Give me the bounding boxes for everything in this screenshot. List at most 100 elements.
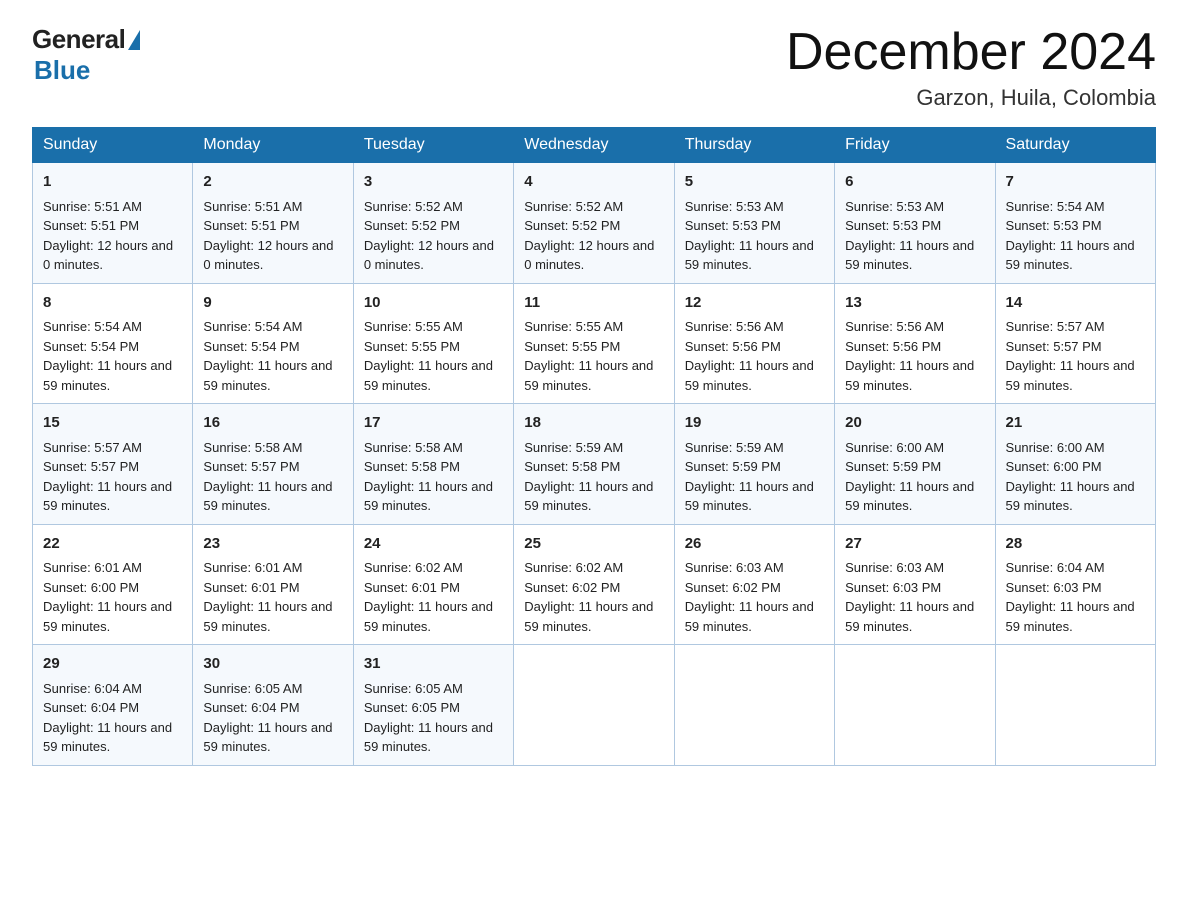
- day-number: 23: [203, 533, 342, 556]
- calendar-cell: 6 Sunrise: 5:53 AM Sunset: 5:53 PM Dayli…: [835, 163, 995, 284]
- day-sunset: Sunset: 5:56 PM: [845, 339, 941, 354]
- day-daylight: Daylight: 11 hours and 59 minutes.: [1006, 479, 1135, 514]
- day-sunset: Sunset: 6:03 PM: [1006, 580, 1102, 595]
- calendar-cell: 19 Sunrise: 5:59 AM Sunset: 5:59 PM Dayl…: [674, 404, 834, 525]
- day-daylight: Daylight: 11 hours and 59 minutes.: [364, 479, 493, 514]
- calendar-cell: 15 Sunrise: 5:57 AM Sunset: 5:57 PM Dayl…: [33, 404, 193, 525]
- day-daylight: Daylight: 11 hours and 59 minutes.: [43, 479, 172, 514]
- day-daylight: Daylight: 12 hours and 0 minutes.: [524, 238, 654, 273]
- day-number: 27: [845, 533, 984, 556]
- day-number: 26: [685, 533, 824, 556]
- day-sunset: Sunset: 6:02 PM: [524, 580, 620, 595]
- day-sunrise: Sunrise: 5:58 AM: [364, 440, 463, 455]
- header-monday: Monday: [193, 128, 353, 163]
- calendar-cell: 8 Sunrise: 5:54 AM Sunset: 5:54 PM Dayli…: [33, 283, 193, 404]
- day-sunset: Sunset: 6:01 PM: [203, 580, 299, 595]
- day-sunrise: Sunrise: 5:55 AM: [524, 319, 623, 334]
- day-number: 8: [43, 292, 182, 315]
- header-wednesday: Wednesday: [514, 128, 674, 163]
- calendar-cell: 20 Sunrise: 6:00 AM Sunset: 5:59 PM Dayl…: [835, 404, 995, 525]
- title-section: December 2024 Garzon, Huila, Colombia: [786, 24, 1156, 111]
- day-number: 20: [845, 412, 984, 435]
- day-number: 28: [1006, 533, 1145, 556]
- day-daylight: Daylight: 11 hours and 59 minutes.: [524, 358, 653, 393]
- calendar-week-row: 8 Sunrise: 5:54 AM Sunset: 5:54 PM Dayli…: [33, 283, 1156, 404]
- day-daylight: Daylight: 11 hours and 59 minutes.: [1006, 599, 1135, 634]
- day-sunset: Sunset: 6:03 PM: [845, 580, 941, 595]
- day-daylight: Daylight: 11 hours and 59 minutes.: [845, 599, 974, 634]
- calendar-cell: 24 Sunrise: 6:02 AM Sunset: 6:01 PM Dayl…: [353, 524, 513, 645]
- calendar-cell: 21 Sunrise: 6:00 AM Sunset: 6:00 PM Dayl…: [995, 404, 1155, 525]
- logo-triangle-icon: [128, 30, 140, 50]
- calendar-cell: [674, 645, 834, 766]
- day-number: 17: [364, 412, 503, 435]
- day-sunrise: Sunrise: 6:01 AM: [43, 560, 142, 575]
- day-sunset: Sunset: 5:56 PM: [685, 339, 781, 354]
- day-number: 12: [685, 292, 824, 315]
- day-sunrise: Sunrise: 5:57 AM: [1006, 319, 1105, 334]
- header-friday: Friday: [835, 128, 995, 163]
- day-sunrise: Sunrise: 5:53 AM: [845, 199, 944, 214]
- day-sunset: Sunset: 6:02 PM: [685, 580, 781, 595]
- day-number: 9: [203, 292, 342, 315]
- day-sunrise: Sunrise: 6:00 AM: [1006, 440, 1105, 455]
- day-number: 10: [364, 292, 503, 315]
- calendar-cell: 11 Sunrise: 5:55 AM Sunset: 5:55 PM Dayl…: [514, 283, 674, 404]
- day-daylight: Daylight: 11 hours and 59 minutes.: [685, 358, 814, 393]
- day-sunrise: Sunrise: 6:02 AM: [364, 560, 463, 575]
- day-sunrise: Sunrise: 5:58 AM: [203, 440, 302, 455]
- day-sunrise: Sunrise: 5:59 AM: [524, 440, 623, 455]
- day-daylight: Daylight: 11 hours and 59 minutes.: [685, 599, 814, 634]
- day-sunrise: Sunrise: 6:03 AM: [845, 560, 944, 575]
- day-sunset: Sunset: 6:01 PM: [364, 580, 460, 595]
- day-daylight: Daylight: 11 hours and 59 minutes.: [43, 358, 172, 393]
- day-sunset: Sunset: 6:04 PM: [43, 700, 139, 715]
- calendar-cell: 14 Sunrise: 5:57 AM Sunset: 5:57 PM Dayl…: [995, 283, 1155, 404]
- calendar-cell: 25 Sunrise: 6:02 AM Sunset: 6:02 PM Dayl…: [514, 524, 674, 645]
- calendar-cell: 28 Sunrise: 6:04 AM Sunset: 6:03 PM Dayl…: [995, 524, 1155, 645]
- calendar-week-row: 1 Sunrise: 5:51 AM Sunset: 5:51 PM Dayli…: [33, 163, 1156, 284]
- day-daylight: Daylight: 11 hours and 59 minutes.: [364, 720, 493, 755]
- location-subtitle: Garzon, Huila, Colombia: [786, 85, 1156, 111]
- day-sunset: Sunset: 5:54 PM: [43, 339, 139, 354]
- day-number: 15: [43, 412, 182, 435]
- calendar-cell: 2 Sunrise: 5:51 AM Sunset: 5:51 PM Dayli…: [193, 163, 353, 284]
- day-sunrise: Sunrise: 6:02 AM: [524, 560, 623, 575]
- day-sunset: Sunset: 5:51 PM: [43, 218, 139, 233]
- day-daylight: Daylight: 11 hours and 59 minutes.: [43, 599, 172, 634]
- day-sunset: Sunset: 5:59 PM: [685, 459, 781, 474]
- day-daylight: Daylight: 11 hours and 59 minutes.: [845, 358, 974, 393]
- day-daylight: Daylight: 11 hours and 59 minutes.: [845, 479, 974, 514]
- day-sunrise: Sunrise: 5:55 AM: [364, 319, 463, 334]
- day-sunset: Sunset: 5:53 PM: [685, 218, 781, 233]
- day-sunset: Sunset: 5:51 PM: [203, 218, 299, 233]
- day-sunrise: Sunrise: 5:56 AM: [685, 319, 784, 334]
- day-sunset: Sunset: 5:57 PM: [203, 459, 299, 474]
- day-number: 24: [364, 533, 503, 556]
- calendar-table: SundayMondayTuesdayWednesdayThursdayFrid…: [32, 127, 1156, 766]
- day-sunrise: Sunrise: 6:04 AM: [1006, 560, 1105, 575]
- day-sunrise: Sunrise: 5:54 AM: [43, 319, 142, 334]
- header-saturday: Saturday: [995, 128, 1155, 163]
- day-sunrise: Sunrise: 6:05 AM: [364, 681, 463, 696]
- day-daylight: Daylight: 11 hours and 59 minutes.: [43, 720, 172, 755]
- logo-blue-text: Blue: [34, 55, 90, 86]
- day-number: 31: [364, 653, 503, 676]
- day-sunrise: Sunrise: 5:51 AM: [43, 199, 142, 214]
- calendar-week-row: 15 Sunrise: 5:57 AM Sunset: 5:57 PM Dayl…: [33, 404, 1156, 525]
- calendar-cell: 29 Sunrise: 6:04 AM Sunset: 6:04 PM Dayl…: [33, 645, 193, 766]
- page-header: General Blue December 2024 Garzon, Huila…: [32, 24, 1156, 111]
- day-daylight: Daylight: 12 hours and 0 minutes.: [203, 238, 333, 273]
- day-sunrise: Sunrise: 5:53 AM: [685, 199, 784, 214]
- day-sunrise: Sunrise: 5:54 AM: [1006, 199, 1105, 214]
- day-daylight: Daylight: 11 hours and 59 minutes.: [203, 358, 332, 393]
- calendar-cell: 10 Sunrise: 5:55 AM Sunset: 5:55 PM Dayl…: [353, 283, 513, 404]
- day-daylight: Daylight: 12 hours and 0 minutes.: [364, 238, 494, 273]
- month-year-title: December 2024: [786, 24, 1156, 81]
- day-number: 25: [524, 533, 663, 556]
- day-number: 2: [203, 171, 342, 194]
- day-sunrise: Sunrise: 5:52 AM: [524, 199, 623, 214]
- calendar-week-row: 29 Sunrise: 6:04 AM Sunset: 6:04 PM Dayl…: [33, 645, 1156, 766]
- day-sunrise: Sunrise: 5:52 AM: [364, 199, 463, 214]
- day-number: 3: [364, 171, 503, 194]
